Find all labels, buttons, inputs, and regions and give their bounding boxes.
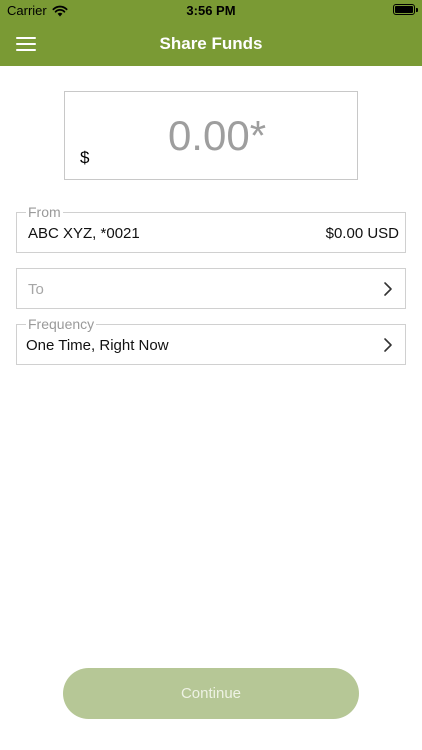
chevron-right-icon — [384, 338, 392, 352]
nav-bar: Share Funds — [0, 22, 422, 66]
from-label: From — [26, 204, 63, 220]
frequency-label: Frequency — [26, 316, 97, 332]
from-account-value: ABC XYZ, *0021 — [28, 225, 140, 242]
page-title: Share Funds — [159, 34, 263, 53]
to-placeholder: To — [28, 281, 44, 298]
frequency-field[interactable]: Frequency One Time, Right Now — [16, 316, 406, 365]
amount-input[interactable]: $ 0.00* — [64, 91, 358, 180]
amount-value: 0.00* — [167, 112, 267, 159]
continue-button[interactable]: Continue — [63, 668, 359, 719]
to-account-field[interactable]: To — [16, 268, 406, 309]
from-account-field[interactable]: From ABC XYZ, *0021 $0.00 USD — [16, 204, 406, 253]
status-time: 3:56 PM — [186, 3, 236, 18]
status-bar: Carrier 3:56 PM — [0, 0, 422, 22]
from-account-balance: $0.00 USD — [325, 225, 399, 242]
chevron-right-icon — [384, 282, 392, 296]
battery-icon — [393, 4, 418, 15]
frequency-value: One Time, Right Now — [26, 337, 169, 354]
